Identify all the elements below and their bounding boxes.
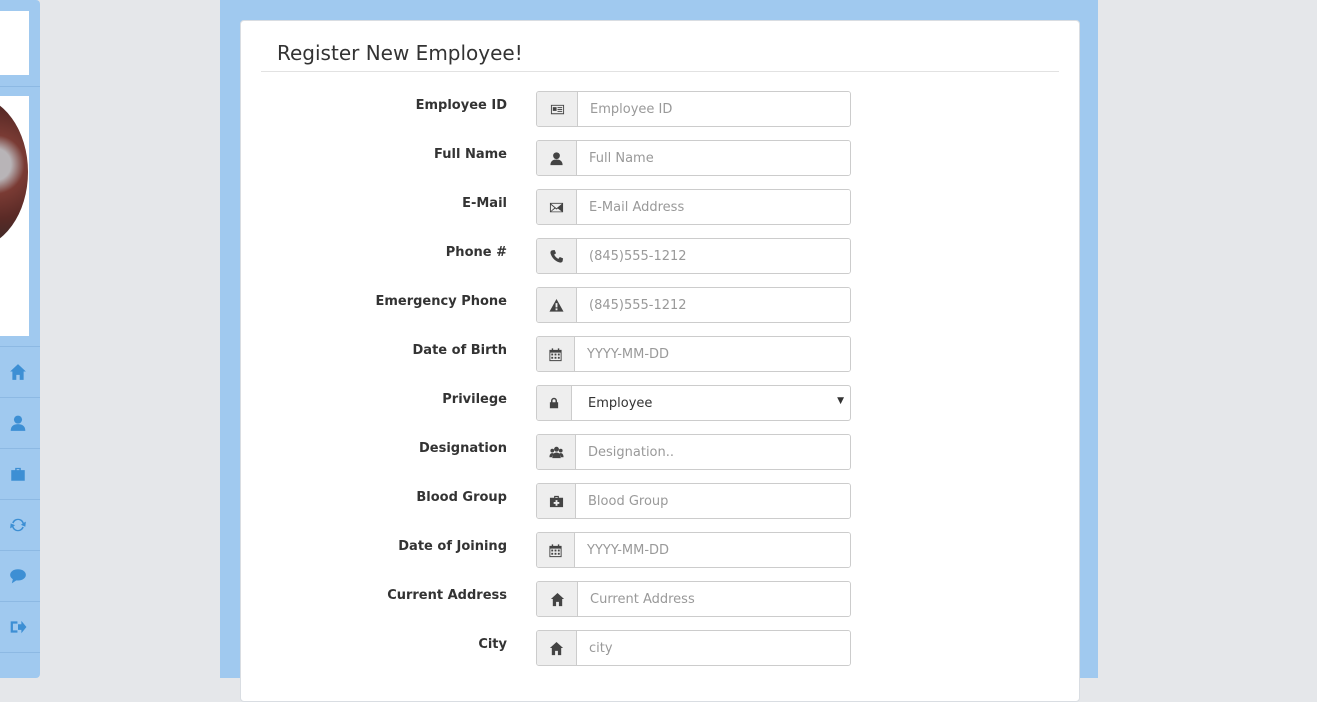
- addon: [537, 435, 576, 469]
- form-row-date-of-joining: Date of Joining: [241, 532, 1079, 568]
- comment-icon: [10, 569, 26, 584]
- form-row-employee-id: Employee ID: [241, 91, 1079, 127]
- input-group: [536, 483, 851, 519]
- addon: [537, 92, 578, 126]
- employee-id-input[interactable]: [578, 92, 850, 126]
- addon: [537, 631, 577, 665]
- addon: [537, 239, 577, 273]
- lock-icon: [549, 397, 559, 409]
- caret-down-icon: ▼: [837, 396, 844, 406]
- field-label: Designation: [419, 441, 507, 456]
- form-row-date-of-birth: Date of Birth: [241, 336, 1079, 372]
- sidebar-item-refresh[interactable]: [0, 499, 40, 550]
- phone-input[interactable]: [577, 239, 850, 273]
- addon: [537, 190, 577, 224]
- input-group: [536, 581, 851, 617]
- field-label: Date of Joining: [398, 539, 507, 554]
- form-row-phone: Phone #: [241, 238, 1079, 274]
- input-group: [536, 532, 851, 568]
- briefcase-icon: [11, 467, 25, 481]
- form-row-email: E-Mail: [241, 189, 1079, 225]
- emergency-phone-input[interactable]: [577, 288, 850, 322]
- input-group: [536, 238, 851, 274]
- home-icon: [550, 592, 564, 606]
- field-label: E-Mail: [462, 196, 507, 211]
- field-label: Privilege: [442, 392, 507, 407]
- addon: [537, 337, 575, 371]
- calendar-icon: [549, 543, 562, 557]
- user-icon: [10, 415, 26, 431]
- envelope-icon: [549, 202, 564, 212]
- phone-icon: [550, 249, 564, 263]
- divider: [0, 652, 40, 653]
- home-icon: [549, 641, 564, 655]
- field-label: Date of Birth: [412, 343, 507, 358]
- users-icon: [548, 446, 564, 458]
- input-group: [536, 287, 851, 323]
- divider: [0, 86, 40, 87]
- id-card-icon: [550, 104, 564, 114]
- privilege-select[interactable]: Employee ▼: [572, 386, 850, 420]
- field-label: Phone #: [445, 245, 507, 260]
- sidebar-item-logout[interactable]: [0, 601, 40, 652]
- avatar: [0, 96, 28, 248]
- sidebar-item-jobs[interactable]: [0, 448, 40, 499]
- logout-icon: [10, 620, 27, 634]
- form-row-blood-group: Blood Group: [241, 483, 1079, 519]
- sidebar-item-profile[interactable]: [0, 397, 40, 448]
- home-icon: [10, 364, 26, 380]
- form-row-full-name: Full Name: [241, 140, 1079, 176]
- input-group: [536, 434, 851, 470]
- input-group: [536, 140, 851, 176]
- blood-group-input[interactable]: [576, 484, 850, 518]
- form-row-current-address: Current Address: [241, 581, 1079, 617]
- page-title: Register New Employee!: [277, 41, 523, 65]
- selected-value: Employee: [588, 395, 653, 411]
- profile-panel: [0, 96, 29, 336]
- date-of-birth-input[interactable]: [575, 337, 850, 371]
- addon: [537, 484, 576, 518]
- designation-input[interactable]: [576, 435, 850, 469]
- field-label: City: [478, 637, 507, 652]
- full-name-input[interactable]: [577, 141, 850, 175]
- input-group: [536, 630, 851, 666]
- field-label: Blood Group: [416, 490, 507, 505]
- field-label: Full Name: [434, 147, 507, 162]
- form-row-emergency-phone: Emergency Phone: [241, 287, 1079, 323]
- input-group: [536, 336, 851, 372]
- field-label: Employee ID: [415, 98, 507, 113]
- field-label: Current Address: [387, 588, 507, 603]
- form-row-privilege: Privilege Employee ▼: [241, 385, 1079, 421]
- date-of-joining-input[interactable]: [575, 533, 850, 567]
- medkit-icon: [549, 495, 563, 507]
- addon: [537, 288, 577, 322]
- warning-icon: [549, 298, 564, 312]
- field-label: Emergency Phone: [375, 294, 507, 309]
- input-group: [536, 189, 851, 225]
- calendar-icon: [549, 347, 562, 361]
- form-row-designation: Designation: [241, 434, 1079, 470]
- addon: [537, 141, 577, 175]
- main-frame: Register New Employee! Employee ID Full …: [220, 0, 1098, 702]
- input-group: Employee ▼: [536, 385, 851, 421]
- form-row-city: City: [241, 630, 1079, 666]
- refresh-icon: [10, 518, 26, 532]
- email-field[interactable]: [577, 190, 850, 224]
- input-group: [536, 91, 851, 127]
- divider: [261, 71, 1059, 72]
- user-icon: [550, 151, 563, 165]
- sidebar-item-messages[interactable]: [0, 550, 40, 601]
- sidebar: [0, 0, 40, 678]
- addon: [537, 582, 578, 616]
- current-address-input[interactable]: [578, 582, 850, 616]
- addon: [537, 533, 575, 567]
- sidebar-logo-area: [0, 11, 29, 75]
- addon: [537, 386, 572, 420]
- sidebar-item-home[interactable]: [0, 346, 40, 397]
- city-input[interactable]: [577, 631, 850, 665]
- register-employee-card: Register New Employee! Employee ID Full …: [240, 20, 1080, 702]
